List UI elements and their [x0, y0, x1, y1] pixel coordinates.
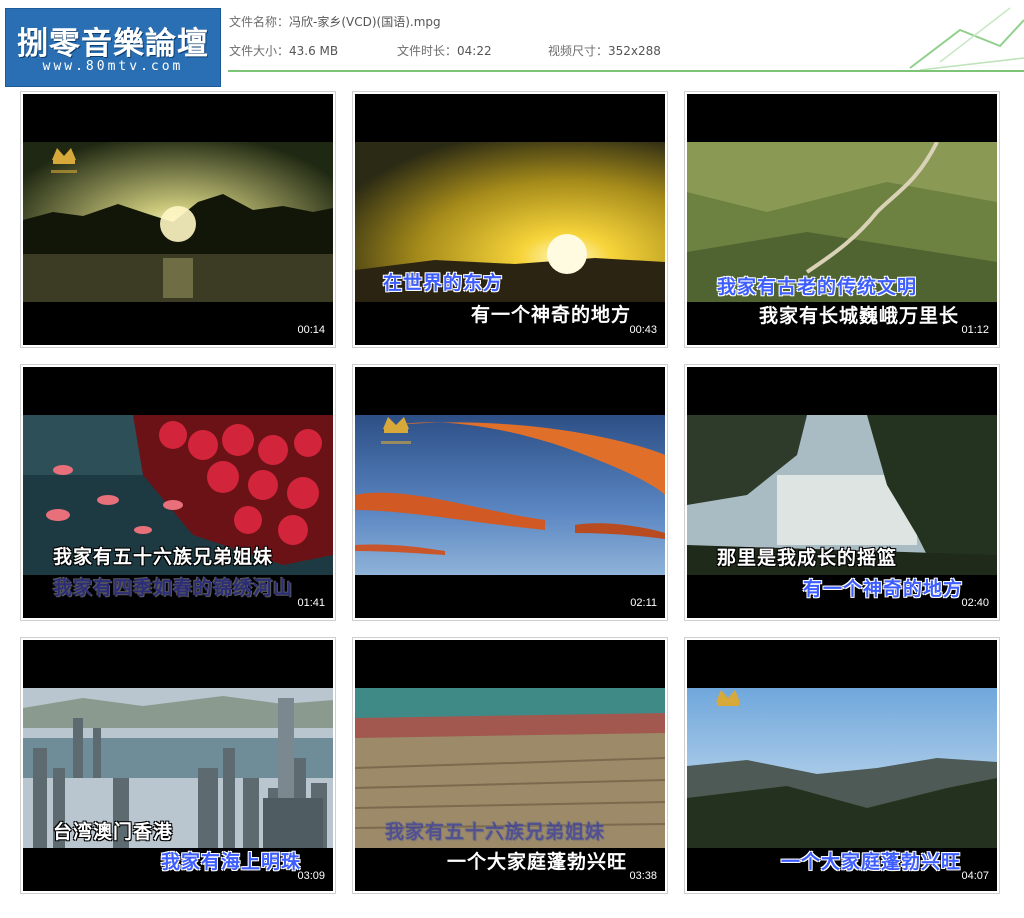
- video-frame: 一个大家庭蓬勃兴旺 04:07: [687, 640, 997, 891]
- decorative-lines-icon: [909, 7, 1024, 71]
- forum-logo: 捌零音樂論壇 www.80mtv.com: [5, 8, 221, 87]
- subtitle-line-2: 有一个神奇的地方: [471, 304, 632, 326]
- timestamp: 00:14: [297, 324, 325, 336]
- timestamp: 03:38: [629, 870, 657, 882]
- file-name-label: 文件名称：: [229, 15, 290, 29]
- thumbnail-1[interactable]: 00:14: [20, 91, 336, 348]
- video-frame: 在世界的东方 有一个神奇的地方 00:43: [355, 94, 665, 345]
- subtitle-line-1: 台湾澳门香港: [53, 821, 174, 843]
- subtitle-line-2: 我家有海上明珠: [161, 851, 302, 873]
- video-frame: 我家有五十六族兄弟姐妹 我家有四季如春的锦绣河山 01:41: [23, 367, 333, 618]
- video-frame: 我家有五十六族兄弟姐妹 一个大家庭蓬勃兴旺 03:38: [355, 640, 665, 891]
- logo-url: www.80mtv.com: [42, 59, 184, 74]
- file-resolution-row: 视频尺寸：352x288: [548, 42, 661, 59]
- subtitle-line-2: 一个大家庭蓬勃兴旺: [447, 851, 628, 873]
- header-divider: [228, 70, 1024, 72]
- video-frame: 00:14: [23, 94, 333, 345]
- thumbnail-8[interactable]: 我家有五十六族兄弟姐妹 一个大家庭蓬勃兴旺 03:38: [352, 637, 668, 894]
- file-duration-value: 04:22: [457, 44, 492, 58]
- video-frame: 台湾澳门香港 我家有海上明珠 03:09: [23, 640, 333, 891]
- logo-title: 捌零音樂論壇: [17, 26, 209, 62]
- file-duration-row: 文件时长：04:22: [397, 42, 492, 59]
- file-size-row: 文件大小：43.6 MB: [229, 42, 338, 59]
- crown-logo-icon: [381, 417, 411, 444]
- timestamp: 04:07: [961, 870, 989, 882]
- file-duration-label: 文件时长：: [397, 44, 458, 58]
- thumbnail-3[interactable]: 我家有古老的传统文明 我家有长城巍峨万里长 01:12: [684, 91, 1000, 348]
- subtitle-line-1: 我家有五十六族兄弟姐妹: [53, 546, 274, 568]
- thumbnail-2[interactable]: 在世界的东方 有一个神奇的地方 00:43: [352, 91, 668, 348]
- thumbnail-4[interactable]: 我家有五十六族兄弟姐妹 我家有四季如春的锦绣河山 01:41: [20, 364, 336, 621]
- timestamp: 02:11: [630, 597, 657, 609]
- timestamp: 00:43: [629, 324, 657, 336]
- timestamp: 02:40: [961, 597, 989, 609]
- subtitle-line-2: 一个大家庭蓬勃兴旺: [781, 851, 962, 873]
- subtitle-line-1: 那里是我成长的摇篮: [717, 547, 898, 569]
- video-frame: 我家有古老的传统文明 我家有长城巍峨万里长 01:12: [687, 94, 997, 345]
- thumbnail-7[interactable]: 台湾澳门香港 我家有海上明珠 03:09: [20, 637, 336, 894]
- video-frame: 那里是我成长的摇篮 有一个神奇的地方 02:40: [687, 367, 997, 618]
- crown-logo-icon: [716, 690, 740, 706]
- file-name-row: 文件名称：冯欣-家乡(VCD)(国语).mpg: [229, 13, 441, 30]
- subtitle-line-2: 我家有四季如春的锦绣河山: [53, 577, 294, 599]
- file-resolution-label: 视频尺寸：: [548, 44, 609, 58]
- crown-logo-icon: [51, 148, 77, 173]
- thumbnail-9[interactable]: 一个大家庭蓬勃兴旺 04:07: [684, 637, 1000, 894]
- subtitle-line-2: 有一个神奇的地方: [803, 578, 964, 600]
- file-size-value: 43.6 MB: [289, 44, 339, 58]
- file-info-header: 捌零音樂論壇 www.80mtv.com 文件名称：冯欣-家乡(VCD)(国语)…: [0, 0, 1024, 87]
- video-frame: 02:11: [355, 367, 665, 618]
- subtitle-line-1: 我家有五十六族兄弟姐妹: [385, 821, 606, 843]
- timestamp: 01:12: [961, 324, 989, 336]
- thumbnail-5[interactable]: 02:11: [352, 364, 668, 621]
- timestamp: 01:41: [297, 597, 325, 609]
- file-resolution-value: 352x288: [608, 44, 661, 58]
- subtitle-line-1: 我家有古老的传统文明: [717, 276, 918, 298]
- subtitle-line-2: 我家有长城巍峨万里长: [759, 305, 960, 327]
- file-name-value: 冯欣-家乡(VCD)(国语).mpg: [289, 15, 441, 29]
- file-size-label: 文件大小：: [229, 44, 290, 58]
- subtitle-line-1: 在世界的东方: [383, 272, 504, 294]
- timestamp: 03:09: [297, 870, 325, 882]
- thumbnail-6[interactable]: 那里是我成长的摇篮 有一个神奇的地方 02:40: [684, 364, 1000, 621]
